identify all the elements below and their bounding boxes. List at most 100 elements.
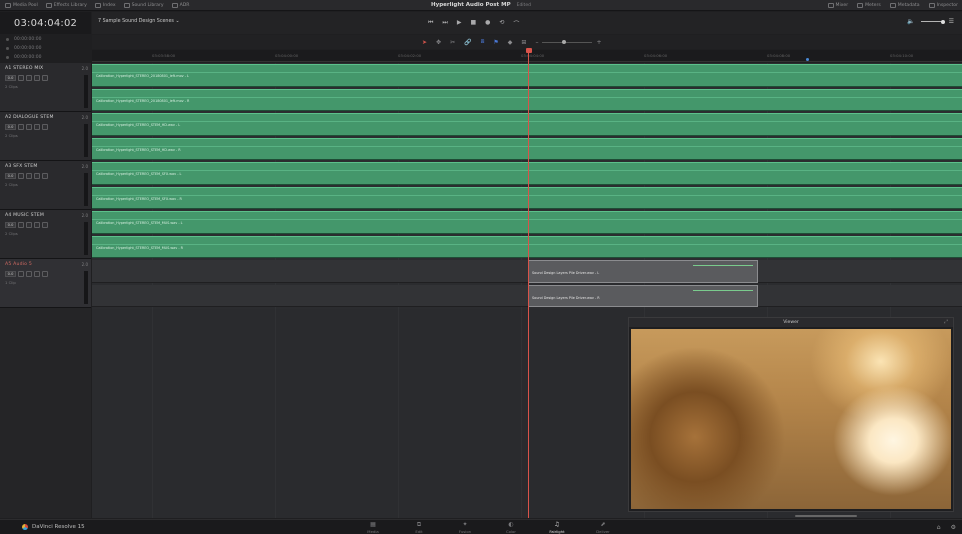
audio-clip[interactable]: Calibration_Hyperlight_STEREO_STEM_MUS.w…: [92, 235, 962, 258]
page-tab-fairlight[interactable]: ♫ Fairlight: [544, 521, 570, 534]
project-status: Edited: [516, 3, 531, 8]
menu-item-index[interactable]: Index: [94, 2, 116, 8]
audio-clip[interactable]: Calibration_Hyperlight_STEREO_20180801_l…: [92, 64, 962, 87]
track-volume[interactable]: 0.0: [5, 173, 16, 179]
audio-clip[interactable]: Calibration_Hyperlight_STEREO_STEM_HD.wa…: [92, 113, 962, 136]
arm-button[interactable]: [18, 271, 24, 277]
mute-button[interactable]: [34, 222, 40, 228]
zoom-slider[interactable]: [542, 40, 593, 44]
audio-clip-selected[interactable]: Sound Design Layers Pile Driver.wav - L: [528, 260, 758, 283]
page-tab-edit[interactable]: ⧉ Edit: [406, 521, 432, 534]
page-tab-fusion[interactable]: ✦ Fusion: [452, 521, 478, 534]
menu-item-media-pool[interactable]: Media Pool: [5, 2, 38, 8]
track-volume[interactable]: 0.0: [5, 124, 16, 130]
arc-icon[interactable]: ⌒: [513, 19, 519, 28]
audio-clip[interactable]: Calibration_Hyperlight_STEREO_STEM_HD.wa…: [92, 137, 962, 160]
solo-button[interactable]: [26, 124, 32, 130]
menu-item-metadata[interactable]: Metadata: [889, 2, 920, 8]
record-icon[interactable]: ●: [485, 19, 490, 28]
zoom-out-icon[interactable]: –: [535, 39, 538, 46]
track-header-a3[interactable]: A3 SFX STEM 2.0 0.0 2 Clips: [0, 161, 91, 210]
page-tab-deliver[interactable]: ⬈ Deliver: [590, 521, 616, 534]
timecode-dot-icon: [6, 56, 9, 59]
marker-dot[interactable]: [806, 58, 809, 61]
audio-clip[interactable]: Calibration_Hyperlight_STEREO_STEM_SFX.w…: [92, 162, 962, 185]
arm-button[interactable]: [18, 222, 24, 228]
track-volume[interactable]: 0.0: [5, 271, 16, 277]
auto-button[interactable]: [42, 75, 48, 81]
audio-clip[interactable]: Calibration_Hyperlight_STEREO_STEM_SFX.w…: [92, 186, 962, 209]
stop-icon[interactable]: ■: [470, 19, 476, 28]
solo-button[interactable]: [26, 173, 32, 179]
settings-gear-icon[interactable]: ⚙: [951, 524, 956, 531]
track-volume[interactable]: 0.0: [5, 222, 16, 228]
menu-item-sound-library[interactable]: Sound Library: [123, 2, 164, 8]
mute-button[interactable]: [34, 173, 40, 179]
index-icon: [94, 2, 101, 8]
menu-item-meters[interactable]: Meters: [857, 2, 881, 8]
snap-tool-icon[interactable]: ⧈: [481, 38, 485, 46]
track-meter: [84, 75, 88, 108]
track-label: Audio 5: [13, 262, 32, 267]
track-header-a2[interactable]: A2 DIALOGUE STEM 2.0 0.0 2 Clips: [0, 112, 91, 161]
razor-tool-icon[interactable]: ✂: [450, 39, 455, 46]
waveform: [92, 72, 962, 73]
zoom-in-icon[interactable]: +: [596, 39, 601, 46]
pointer-tool-icon[interactable]: ➤: [422, 39, 427, 46]
mute-button[interactable]: [34, 75, 40, 81]
zoom-fit-icon[interactable]: ⊞: [521, 39, 526, 46]
menu-item-mixer[interactable]: Mixer: [827, 2, 848, 8]
solo-button[interactable]: [26, 271, 32, 277]
options-menu-icon[interactable]: ☰: [949, 18, 954, 25]
clip-label: Calibration_Hyperlight_STEREO_20180801_l…: [96, 74, 189, 78]
viewer-window[interactable]: Viewer ⤢: [628, 317, 954, 512]
track-header-a5[interactable]: A5 Audio 5 2.0 0.0 1 Clip: [0, 259, 91, 308]
waveform: [92, 170, 962, 171]
link-tool-icon[interactable]: 🔗: [464, 39, 471, 46]
zoom-control[interactable]: – +: [535, 39, 601, 46]
menu-item-effects-library[interactable]: Effects Library: [45, 2, 87, 8]
solo-button[interactable]: [26, 222, 32, 228]
audio-clip[interactable]: Calibration_Hyperlight_STEREO_STEM_MUS.w…: [92, 211, 962, 234]
arm-button[interactable]: [18, 173, 24, 179]
speaker-icon[interactable]: 🔈: [907, 18, 914, 25]
marker-tool-icon[interactable]: ◆: [508, 39, 513, 46]
arm-button[interactable]: [18, 124, 24, 130]
auto-button[interactable]: [42, 271, 48, 277]
track-volume[interactable]: 0.0: [5, 75, 16, 81]
arm-button[interactable]: [18, 75, 24, 81]
play-icon[interactable]: ▶: [457, 19, 462, 28]
audio-clip-selected[interactable]: Sound Design Layers Pile Driver.wav - R: [528, 284, 758, 307]
fast-forward-icon[interactable]: ⏭: [442, 19, 447, 28]
flag-tool-icon[interactable]: ⚑: [493, 39, 498, 46]
page-tab-color[interactable]: ◐ Color: [498, 521, 524, 534]
playhead-handle[interactable]: [525, 48, 532, 53]
range-tool-icon[interactable]: ✥: [436, 39, 441, 46]
menu-item-inspector[interactable]: Inspector: [928, 2, 958, 8]
mute-button[interactable]: [34, 124, 40, 130]
viewer-close-icon[interactable]: ⤢: [944, 319, 948, 325]
auto-button[interactable]: [42, 124, 48, 130]
solo-button[interactable]: [26, 75, 32, 81]
playhead[interactable]: [528, 50, 529, 518]
auto-button[interactable]: [42, 222, 48, 228]
channel-format: 2.0: [81, 66, 88, 71]
channel-format: 2.0: [81, 262, 88, 267]
rewind-icon[interactable]: ⏮: [428, 19, 433, 28]
timeline-scrollbar[interactable]: [795, 515, 857, 517]
page-tab-media[interactable]: ▦ Media: [360, 521, 386, 534]
loop-icon[interactable]: ⟲: [499, 19, 504, 28]
auto-button[interactable]: [42, 173, 48, 179]
meters-icon: [857, 2, 864, 8]
empty-lane[interactable]: [92, 284, 962, 307]
home-icon[interactable]: ⌂: [937, 524, 941, 531]
monitor-volume-slider[interactable]: [920, 19, 945, 24]
track-header-a4[interactable]: A4 MUSIC STEM 2.0 0.0 2 Clips: [0, 210, 91, 259]
empty-lane[interactable]: [92, 260, 962, 283]
track-header-a1[interactable]: A1 STEREO MIX 2.0 0.0 2 Clips: [0, 63, 91, 112]
menu-item-adr[interactable]: ADR: [171, 2, 189, 8]
mute-button[interactable]: [34, 271, 40, 277]
timecode-dot-icon: [6, 38, 9, 41]
audio-clip[interactable]: Calibration_Hyperlight_STEREO_20180801_l…: [92, 88, 962, 111]
timeline-selector[interactable]: 7 Sample Sound Design Scenes ⌄: [98, 19, 179, 24]
